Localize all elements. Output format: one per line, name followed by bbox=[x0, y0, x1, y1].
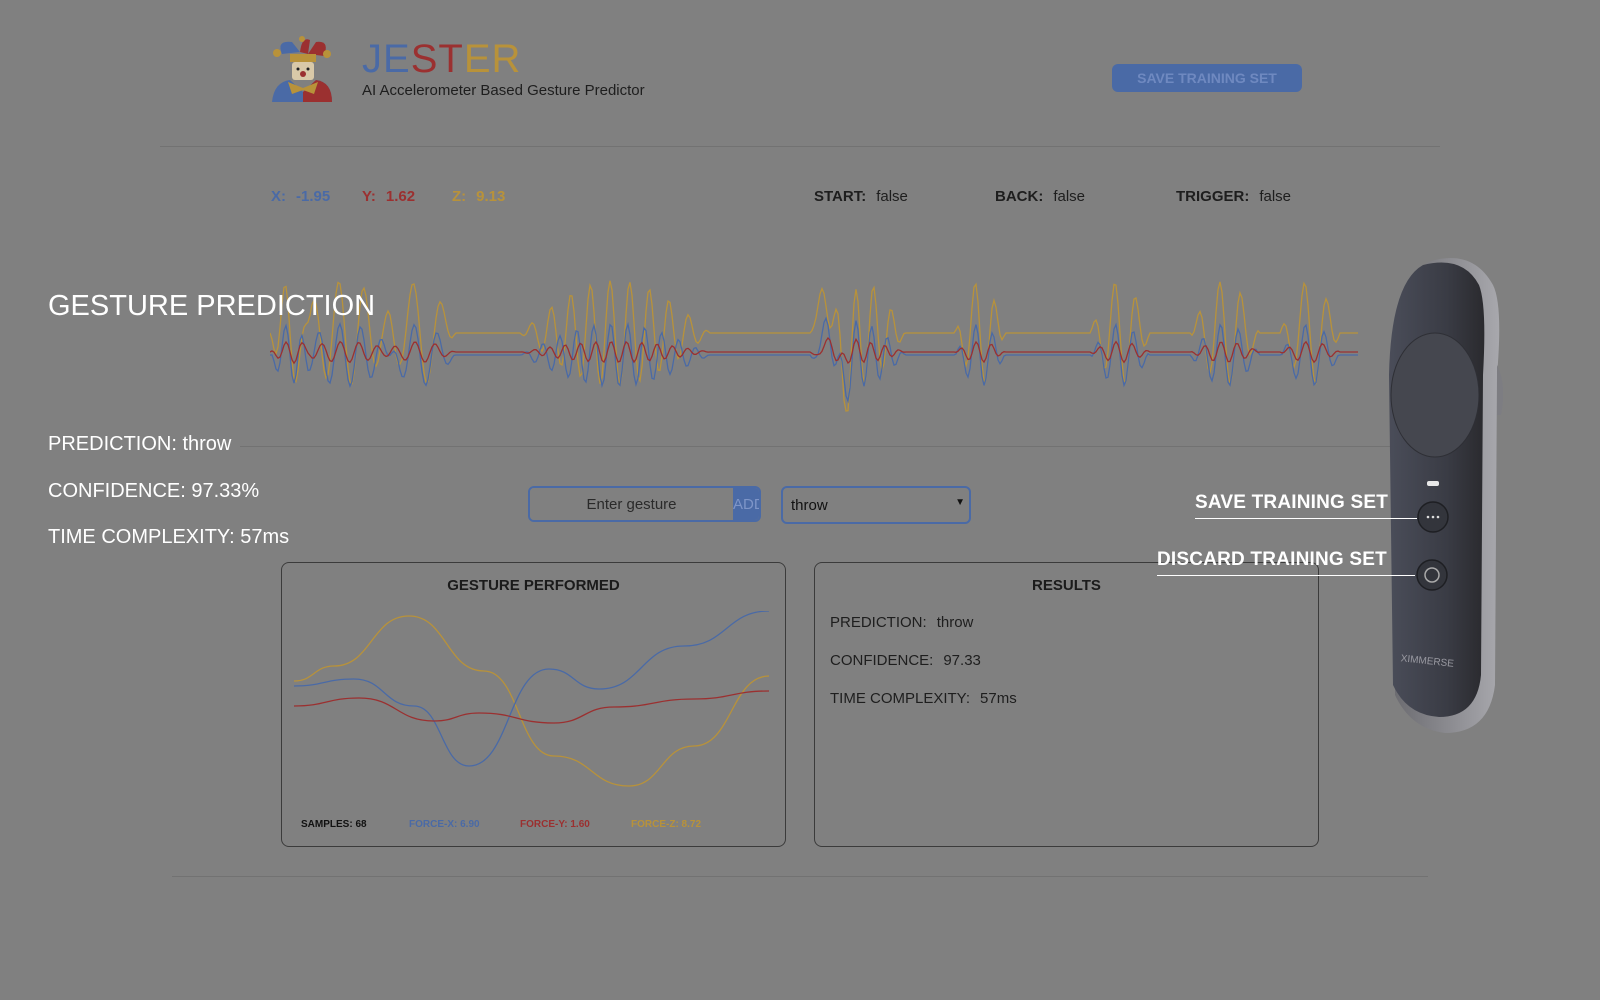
trigger-status-label: TRIGGER: bbox=[1176, 188, 1250, 205]
result-time-value: 57ms bbox=[980, 690, 1017, 707]
app-subtitle: AI Accelerometer Based Gesture Predictor bbox=[362, 82, 645, 99]
gesture-prediction-heading: GESTURE PREDICTION bbox=[48, 290, 376, 322]
result-prediction: PREDICTION: throw bbox=[830, 614, 973, 631]
save-training-set-button[interactable]: SAVE TRAINING SET bbox=[1112, 64, 1302, 92]
accel-y-readout: Y: 1.62 bbox=[362, 188, 415, 205]
overlay-time-complexity: TIME COMPLEXITY: 57ms bbox=[48, 526, 290, 548]
back-status: BACK: false bbox=[995, 188, 1085, 205]
app-title: JESTER bbox=[362, 36, 521, 82]
save-training-set-callout: SAVE TRAINING SET bbox=[1195, 492, 1389, 513]
samples-count: SAMPLES: 68 bbox=[301, 819, 367, 830]
add-gesture-button[interactable]: ADD bbox=[733, 488, 759, 520]
accel-y-value: 1.62 bbox=[385, 188, 416, 205]
gesture-performed-chart bbox=[294, 611, 770, 787]
trigger-status-value: false bbox=[1259, 188, 1292, 205]
force-y-legend: FORCE-Y: 1.60 bbox=[520, 819, 590, 830]
result-prediction-value: throw bbox=[936, 614, 974, 631]
accel-z-readout: Z: 9.13 bbox=[452, 188, 505, 205]
result-prediction-label: PREDICTION: bbox=[830, 614, 927, 631]
results-panel: RESULTS PREDICTION: throw CONFIDENCE: 97.3… bbox=[814, 562, 1319, 847]
result-confidence-label: CONFIDENCE: bbox=[830, 652, 934, 669]
accel-x-value: -1.95 bbox=[296, 188, 331, 205]
save-callout-line bbox=[1195, 518, 1417, 519]
gesture-series-z bbox=[294, 615, 770, 787]
section-divider bbox=[240, 446, 1400, 447]
discard-training-set-callout: DISCARD TRAINING SET bbox=[1157, 549, 1387, 570]
header-divider bbox=[160, 146, 1440, 147]
result-time-complexity: TIME COMPLEXITY: 57ms bbox=[830, 690, 1017, 707]
gesture-select[interactable]: throw ▼ bbox=[781, 486, 971, 524]
overlay-confidence: CONFIDENCE: 97.33% bbox=[48, 480, 260, 502]
start-status-value: false bbox=[876, 188, 908, 205]
gesture-series-y bbox=[294, 690, 770, 724]
accel-z-value: 9.13 bbox=[476, 188, 506, 205]
home-button-icon bbox=[1416, 559, 1448, 591]
vr-controller-illustration: XIMMERSE bbox=[1389, 258, 1504, 733]
start-status-label: START: bbox=[814, 188, 867, 205]
result-confidence-value: 97.33 bbox=[943, 652, 981, 669]
back-status-label: BACK: bbox=[995, 188, 1044, 205]
accel-x-readout: X: -1.95 bbox=[271, 188, 330, 205]
back-status-value: false bbox=[1053, 188, 1086, 205]
gesture-performed-panel: GESTURE PERFORMED SAMPLES: 68 FORCE-X: 6… bbox=[281, 562, 786, 847]
accel-x-label: X: bbox=[271, 188, 286, 205]
app-title-part: ST bbox=[410, 37, 464, 81]
start-status: START: false bbox=[814, 188, 908, 205]
force-z-legend: FORCE-Z: 8.72 bbox=[631, 819, 702, 830]
accel-y-label: Y: bbox=[362, 188, 376, 205]
results-title: RESULTS bbox=[1032, 577, 1101, 594]
discard-callout-line bbox=[1157, 575, 1415, 576]
gesture-series-x bbox=[294, 611, 770, 767]
accel-z-label: Z: bbox=[452, 188, 467, 205]
menu-button-icon bbox=[1417, 501, 1449, 533]
status-led-icon bbox=[1427, 481, 1439, 486]
app-title-part: JE bbox=[362, 37, 411, 81]
force-x-legend: FORCE-X: 6.90 bbox=[409, 819, 480, 830]
app-title-part: ER bbox=[463, 37, 522, 81]
trigger-status: TRIGGER: false bbox=[1176, 188, 1291, 205]
live-accelerometer-stream bbox=[270, 280, 1358, 412]
chevron-down-icon: ▼ bbox=[955, 497, 965, 508]
result-confidence: CONFIDENCE: 97.33 bbox=[830, 652, 981, 669]
jester-logo bbox=[270, 36, 334, 102]
overlay-prediction: PREDICTION: throw bbox=[48, 433, 232, 455]
result-time-label: TIME COMPLEXITY: bbox=[830, 690, 971, 707]
gesture-select-value: throw bbox=[791, 497, 828, 514]
gesture-name-input[interactable] bbox=[530, 488, 733, 520]
gesture-performed-title: GESTURE PERFORMED bbox=[447, 577, 620, 594]
footer-divider bbox=[172, 876, 1428, 877]
gesture-entry: ADD bbox=[528, 486, 761, 522]
